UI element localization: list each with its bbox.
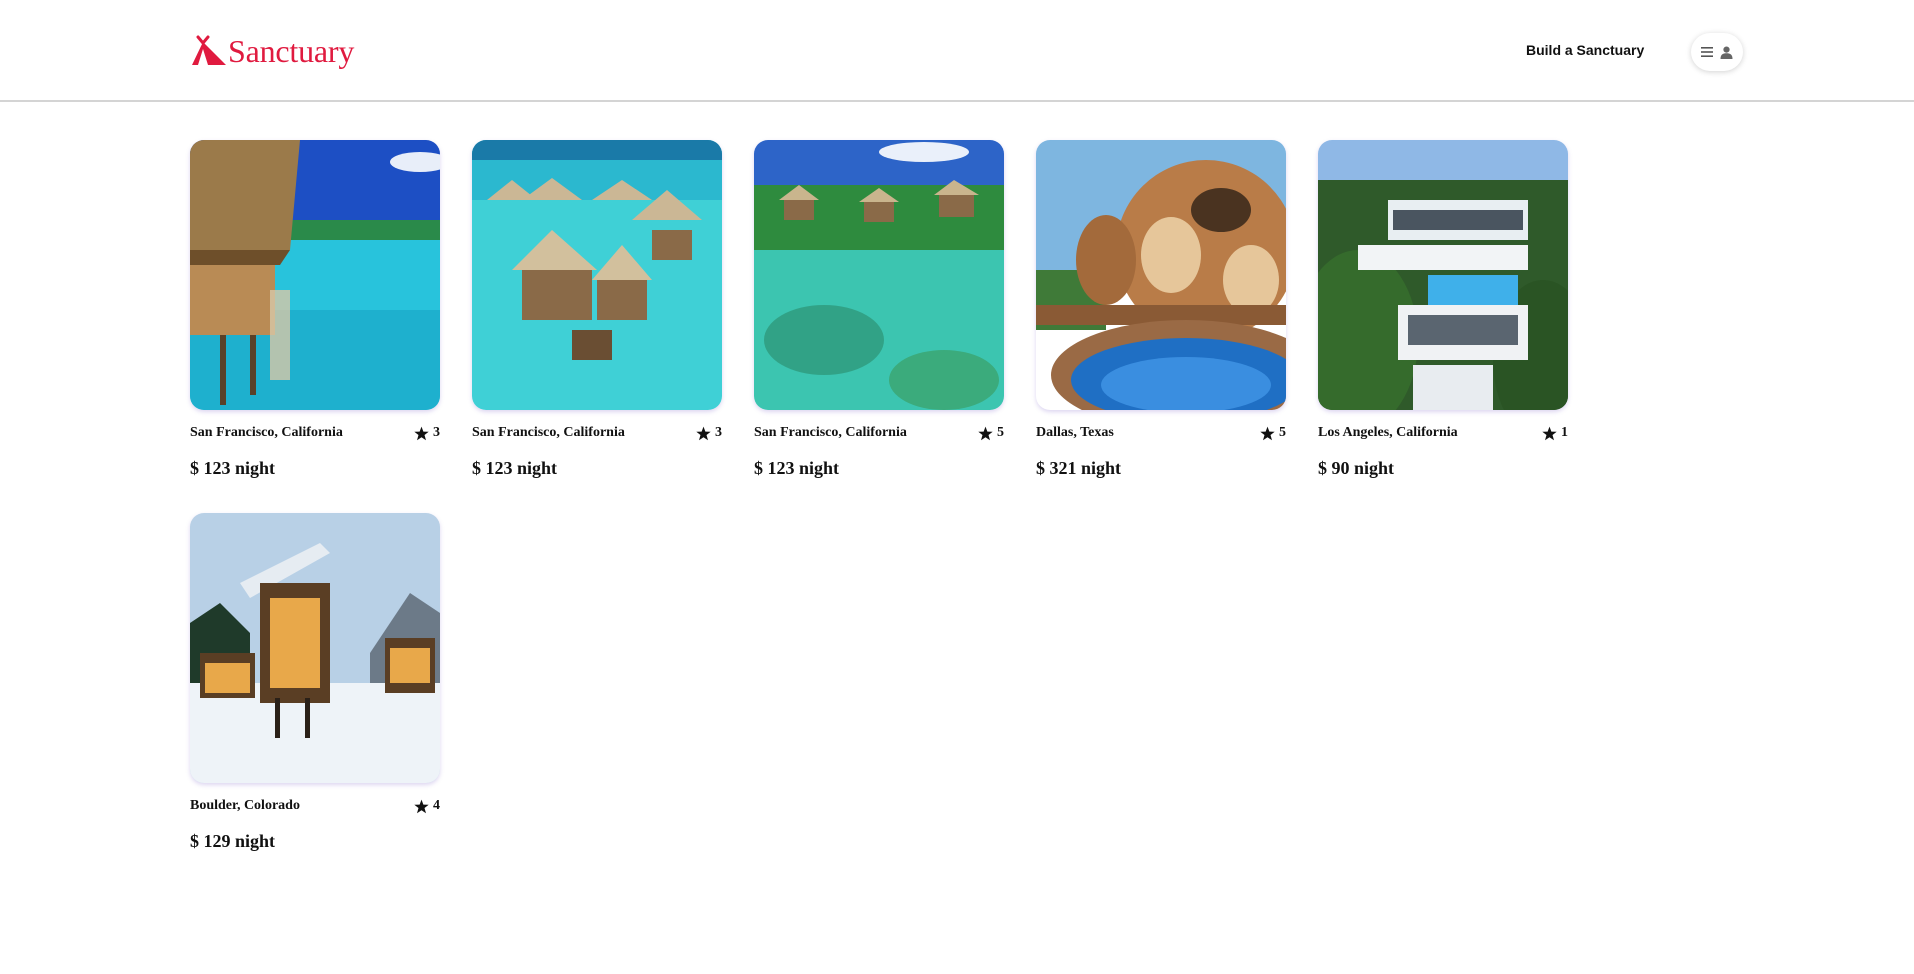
star-icon: [1260, 426, 1275, 440]
brand-logo[interactable]: Sanctuary: [191, 33, 354, 69]
rating-value: 1: [1561, 425, 1568, 440]
rating-value: 3: [433, 425, 440, 440]
hillside-mansion-photo[interactable]: [1318, 140, 1568, 410]
listing-location: San Francisco, California: [754, 425, 907, 440]
user-menu-button[interactable]: [1691, 33, 1743, 71]
listing-rating: 1: [1542, 425, 1568, 441]
listing-price: $ 90 night: [1318, 458, 1395, 478]
overwater-bungalow-photo[interactable]: [190, 140, 440, 410]
brand-name: Sanctuary: [228, 33, 355, 69]
listing-price: $ 123 night: [754, 458, 840, 478]
listing-price: $ 123 night: [472, 458, 558, 478]
listing-card[interactable]: San Francisco, California 3 $ 123 night: [190, 140, 440, 479]
listing-card[interactable]: Los Angeles, California 1 $ 90 night: [1318, 140, 1568, 479]
star-icon: [978, 426, 993, 440]
listing-price: $ 123 night: [190, 458, 276, 478]
hamburger-menu-icon: [1701, 47, 1713, 57]
listing-rating: 3: [414, 425, 440, 441]
listing-card[interactable]: Boulder, Colorado 4 $ 129 night: [190, 513, 440, 852]
top-navbar: Sanctuary Build a Sanctuary: [0, 0, 1914, 102]
listing-rating: 5: [978, 425, 1004, 441]
user-icon: [1720, 46, 1733, 59]
listing-location: Boulder, Colorado: [190, 798, 300, 813]
rating-value: 5: [997, 425, 1004, 440]
bubble-house-photo[interactable]: [1036, 140, 1286, 410]
rating-value: 3: [715, 425, 722, 440]
listing-location: Los Angeles, California: [1318, 425, 1458, 440]
listing-location: San Francisco, California: [472, 425, 625, 440]
listing-location: Dallas, Texas: [1036, 425, 1114, 440]
star-icon: [414, 799, 429, 813]
listing-card[interactable]: San Francisco, California 5 $ 123 night: [754, 140, 1004, 479]
build-a-sanctuary-link[interactable]: Build a Sanctuary: [1526, 42, 1644, 58]
listing-price: $ 321 night: [1036, 458, 1122, 478]
star-icon: [1542, 426, 1557, 440]
listing-rating: 3: [696, 425, 722, 441]
overwater-villas-photo[interactable]: [472, 140, 722, 410]
listing-card[interactable]: San Francisco, California 3 $ 123 night: [472, 140, 722, 479]
rating-value: 5: [1279, 425, 1286, 440]
listing-location: San Francisco, California: [190, 425, 343, 440]
listing-rating: 5: [1260, 425, 1286, 441]
star-icon: [696, 426, 711, 440]
star-icon: [414, 426, 429, 440]
tent-icon: [192, 35, 226, 65]
lagoon-huts-photo[interactable]: [754, 140, 1004, 410]
listing-price: $ 129 night: [190, 831, 276, 851]
listing-card[interactable]: Dallas, Texas 5 $ 321 night: [1036, 140, 1286, 479]
listing-rating: 4: [414, 798, 440, 814]
snow-cabin-photo[interactable]: [190, 513, 440, 783]
rating-value: 4: [433, 798, 440, 813]
